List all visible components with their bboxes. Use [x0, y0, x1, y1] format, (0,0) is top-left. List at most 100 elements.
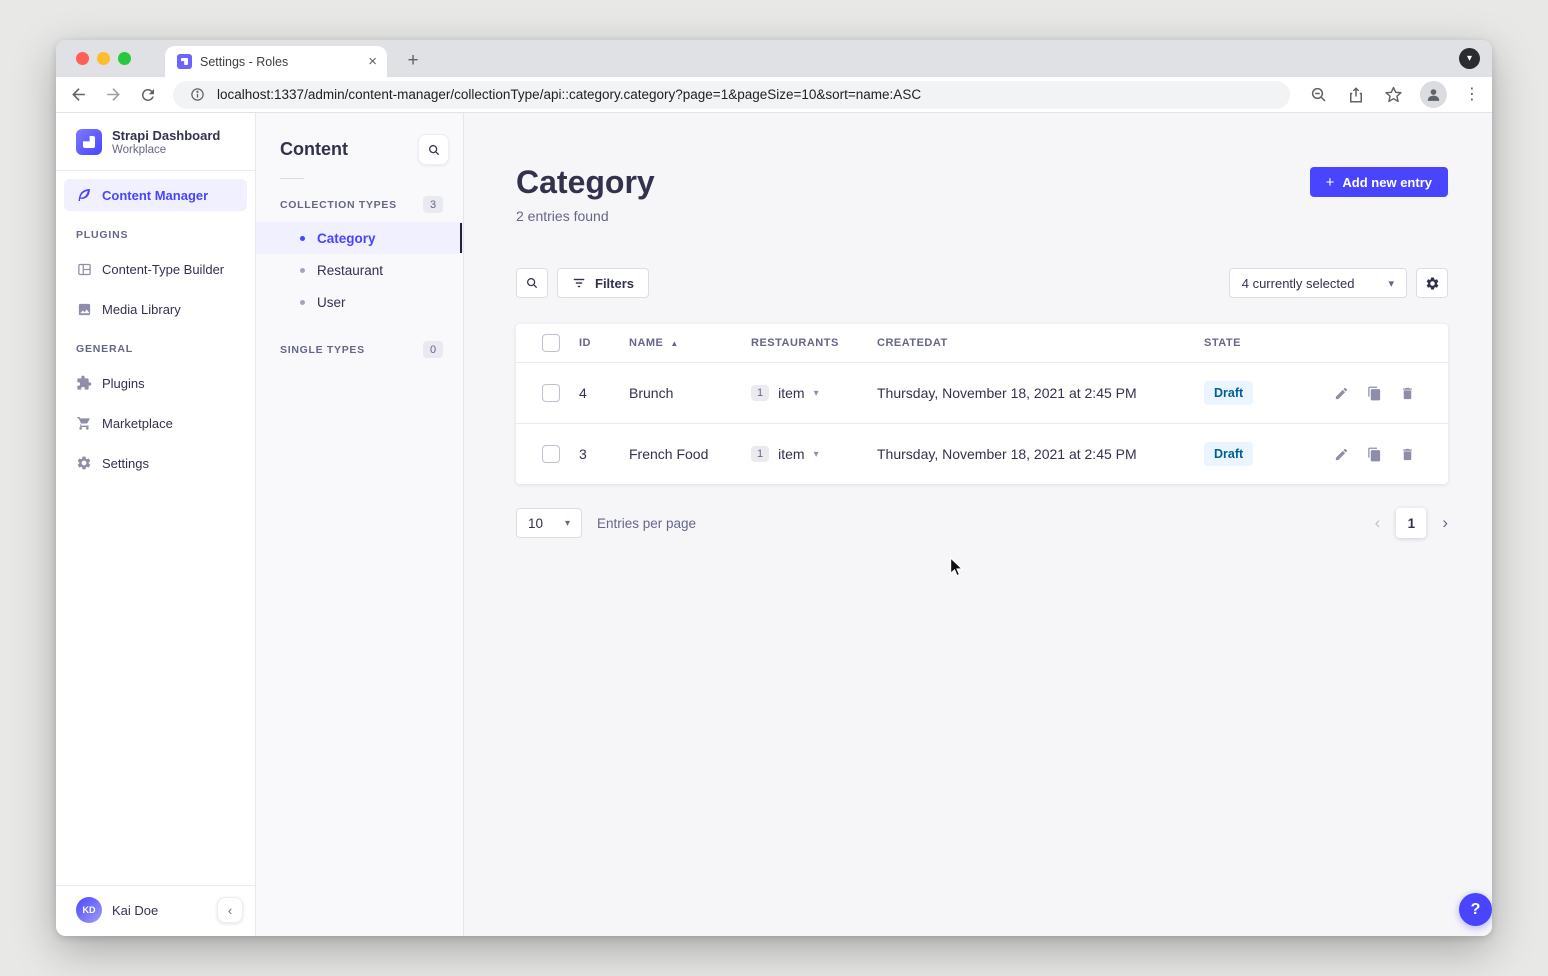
strapi-app: Strapi Dashboard Workplace Content Manag…: [56, 113, 1492, 936]
tab-close-icon[interactable]: ×: [368, 54, 377, 69]
bookmark-star-icon[interactable]: [1383, 85, 1403, 105]
entries-table: ID NAME ▲ RESTAURANTS CREATEDAT STATE 4: [516, 324, 1448, 484]
relation-count-badge: 1: [751, 446, 769, 462]
address-bar[interactable]: localhost:1337/admin/content-manager/col…: [173, 81, 1290, 109]
single-types-count: 0: [423, 341, 443, 358]
search-icon: [525, 276, 539, 290]
page-size-select[interactable]: 10 ▾: [516, 508, 582, 538]
reload-icon[interactable]: [138, 85, 158, 105]
workspace-brand: Strapi Dashboard Workplace: [56, 113, 255, 171]
subnav-item-category[interactable]: Category: [256, 222, 463, 254]
cell-id: 3: [579, 446, 629, 462]
row-checkbox[interactable]: [542, 384, 560, 402]
browser-profile-indicator[interactable]: ▾: [1459, 48, 1480, 69]
forward-icon[interactable]: [103, 85, 123, 105]
desktop: Settings - Roles × + ▾ localhost:1337/ad…: [0, 0, 1548, 976]
filter-icon: [572, 277, 586, 289]
row-actions: [1333, 385, 1455, 401]
subnav-item-user[interactable]: User: [256, 286, 463, 318]
new-tab-button[interactable]: +: [400, 48, 426, 74]
sidebar-item-label: Marketplace: [102, 416, 173, 431]
edit-pencil-icon[interactable]: [1333, 385, 1349, 401]
duplicate-icon[interactable]: [1366, 446, 1382, 462]
duplicate-icon[interactable]: [1366, 385, 1382, 401]
layout-grid-icon: [76, 261, 92, 277]
cell-createdat: Thursday, November 18, 2021 at 2:45 PM: [877, 385, 1204, 401]
image-icon: [76, 301, 92, 317]
filters-button[interactable]: Filters: [557, 268, 649, 298]
sidebar-item-media-library[interactable]: Media Library: [64, 293, 247, 325]
content-subnav: Content COLLECTION TYPES 3 Category Res: [256, 113, 464, 936]
cell-id: 4: [579, 385, 629, 401]
bullet-icon: [300, 236, 305, 241]
close-window-button[interactable]: [76, 52, 89, 65]
collection-types-header: COLLECTION TYPES 3: [256, 183, 463, 222]
zoom-window-button[interactable]: [118, 52, 131, 65]
back-icon[interactable]: [68, 85, 88, 105]
plus-icon: +: [1326, 175, 1335, 190]
status-badge: Draft: [1204, 381, 1253, 405]
user-avatar: KD: [76, 897, 102, 923]
edit-pencil-icon[interactable]: [1333, 446, 1349, 462]
zoom-out-icon[interactable]: [1309, 85, 1329, 105]
user-name: Kai Doe: [112, 903, 207, 918]
browser-tab[interactable]: Settings - Roles ×: [165, 46, 387, 77]
workspace-title: Strapi Dashboard: [112, 128, 220, 144]
add-new-entry-button[interactable]: + Add new entry: [1310, 167, 1448, 197]
column-header-restaurants[interactable]: RESTAURANTS: [751, 337, 877, 349]
sidebar-item-marketplace[interactable]: Marketplace: [64, 407, 247, 439]
column-header-createdat[interactable]: CREATEDAT: [877, 337, 1204, 349]
view-settings-button[interactable]: [1416, 268, 1448, 298]
table-toolbar: Filters 4 currently selected ▾: [516, 268, 1448, 298]
single-types-header: SINGLE TYPES 0: [256, 328, 463, 367]
search-icon: [427, 143, 441, 157]
trash-icon[interactable]: [1399, 446, 1415, 462]
page-number-button[interactable]: 1: [1396, 508, 1426, 538]
collection-types-count: 3: [423, 196, 443, 213]
sidebar-item-content-type-builder[interactable]: Content-Type Builder: [64, 253, 247, 285]
tab-title: Settings - Roles: [200, 55, 360, 69]
collapse-sidebar-button[interactable]: ‹: [217, 897, 243, 923]
workspace-subtitle: Workplace: [112, 144, 220, 156]
subnav-title: Content: [280, 139, 348, 160]
puzzle-icon: [76, 375, 92, 391]
strapi-favicon-icon: [177, 54, 192, 69]
browser-menu-icon[interactable]: ⋮: [1464, 87, 1480, 103]
sort-ascending-icon: ▲: [670, 339, 678, 348]
site-info-icon[interactable]: [187, 85, 207, 105]
cell-restaurants[interactable]: 1 item ▾: [751, 385, 877, 401]
column-header-state[interactable]: STATE: [1204, 337, 1333, 349]
help-button[interactable]: ?: [1459, 893, 1492, 926]
row-checkbox[interactable]: [542, 445, 560, 463]
sidebar-item-plugins[interactable]: Plugins: [64, 367, 247, 399]
subnav-item-restaurant[interactable]: Restaurant: [256, 254, 463, 286]
select-all-checkbox[interactable]: [542, 334, 560, 352]
cell-restaurants[interactable]: 1 item ▾: [751, 446, 877, 462]
table-header-row: ID NAME ▲ RESTAURANTS CREATEDAT STATE: [516, 324, 1448, 362]
table-row[interactable]: 4 Brunch 1 item ▾ Thursday, November 18,…: [516, 362, 1448, 423]
browser-profile-avatar[interactable]: [1420, 81, 1447, 108]
minimize-window-button[interactable]: [97, 52, 110, 65]
entries-per-page-label: Entries per page: [597, 516, 696, 531]
table-row[interactable]: 3 French Food 1 item ▾ Thursday, Novembe…: [516, 423, 1448, 484]
browser-window: Settings - Roles × + ▾ localhost:1337/ad…: [56, 40, 1492, 936]
trash-icon[interactable]: [1399, 385, 1415, 401]
sidebar-item-label: Plugins: [102, 376, 145, 391]
column-header-name[interactable]: NAME ▲: [629, 337, 751, 349]
fields-select[interactable]: 4 currently selected ▾: [1229, 268, 1407, 298]
share-icon[interactable]: [1346, 85, 1366, 105]
sidebar-item-content-manager[interactable]: Content Manager: [64, 179, 247, 211]
sidebar-section-general: GENERAL: [56, 325, 255, 359]
previous-page-icon[interactable]: ‹: [1375, 513, 1381, 533]
relation-count-badge: 1: [751, 385, 769, 401]
primary-sidebar: Strapi Dashboard Workplace Content Manag…: [56, 113, 256, 936]
sidebar-item-settings[interactable]: Settings: [64, 447, 247, 479]
sidebar-item-label: Settings: [102, 456, 149, 471]
status-badge: Draft: [1204, 442, 1253, 466]
chevron-down-icon: ▾: [565, 518, 570, 529]
next-page-icon[interactable]: ›: [1442, 513, 1448, 533]
column-header-id[interactable]: ID: [579, 337, 629, 349]
chevron-down-icon: ▾: [814, 449, 819, 460]
search-entries-button[interactable]: [516, 268, 548, 298]
subnav-search-button[interactable]: [418, 134, 449, 165]
